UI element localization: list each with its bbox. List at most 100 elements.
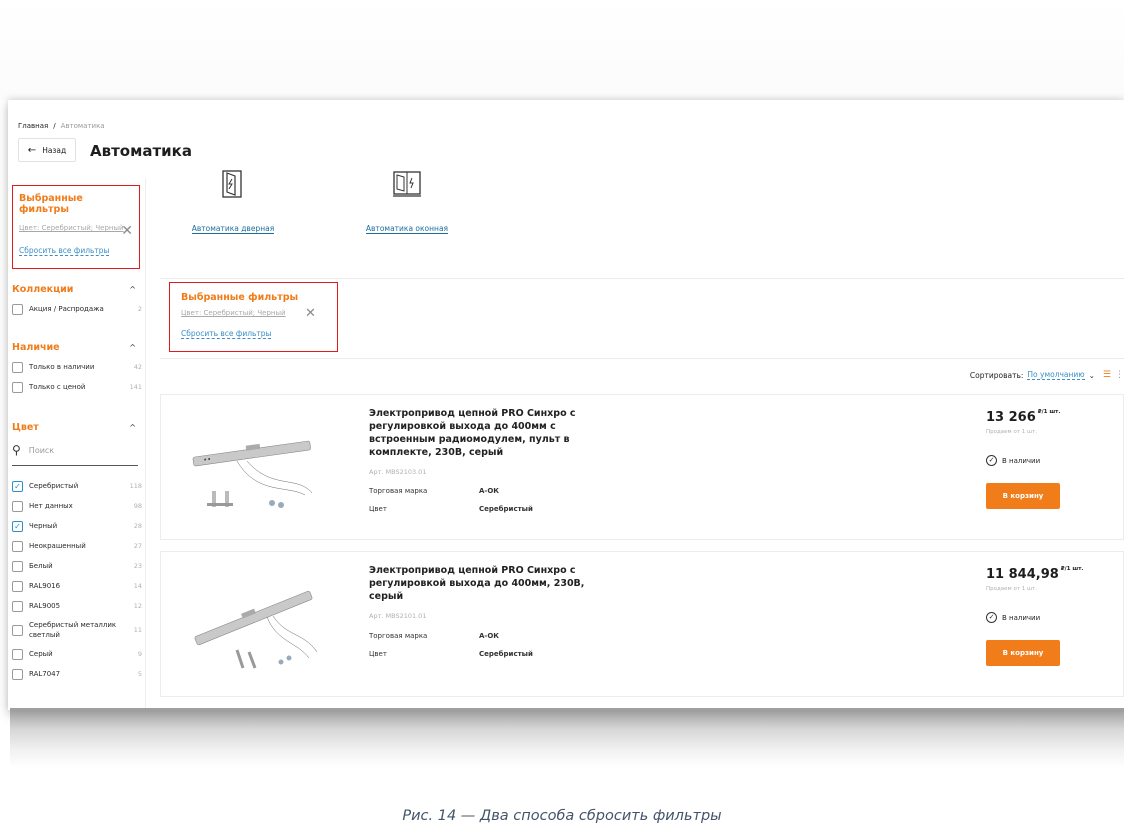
product-title[interactable]: Электропривод цепной PRO Синхро с регули… — [369, 407, 605, 459]
option-count: 5 — [137, 670, 142, 678]
stock-label: В наличии — [1002, 456, 1041, 465]
checkbox-option[interactable]: Только в наличии 42 — [12, 357, 142, 377]
add-to-cart-button[interactable]: В корзину — [986, 640, 1060, 666]
category-door-label[interactable]: Автоматика дверная — [191, 224, 275, 234]
checkbox[interactable] — [12, 500, 23, 512]
checkbox-option[interactable]: Серебристый металлик светлый 11 — [12, 616, 142, 644]
top-selected-filters-title: Выбранные фильтры — [181, 292, 299, 303]
checkbox[interactable] — [12, 560, 23, 572]
product-price: 11 844,98 ₽/1 шт. — [986, 566, 1084, 582]
back-button-label: Назад — [42, 145, 67, 155]
checkbox-option[interactable]: RAL9016 14 — [12, 576, 142, 596]
chevron-up-icon: ^ — [129, 343, 136, 352]
option-count: 23 — [133, 562, 142, 570]
category-tiles: Автоматика дверная Автоматика оконная — [178, 170, 462, 235]
search-input[interactable]: Поиск — [29, 446, 54, 455]
top-filter-chip-label: Цвет: Серебристый; Черный — [181, 309, 286, 317]
breadcrumb-current: Автоматика — [60, 122, 105, 130]
option-label: Нет данных — [29, 502, 73, 510]
option-label: Серебристый металлик светлый — [29, 621, 117, 639]
collections-title: Коллекции — [12, 284, 74, 295]
top-reset-filters-link[interactable]: Сбросить все фильтры — [181, 329, 272, 339]
grid-view-icon[interactable]: ⋮ — [1115, 370, 1124, 380]
checkbox-option[interactable]: Серый 9 — [12, 644, 142, 664]
option-label: Серый — [29, 650, 53, 658]
chevron-up-icon: ^ — [129, 285, 136, 294]
attr-value: Серебристый — [479, 650, 533, 658]
checkbox[interactable] — [12, 540, 23, 552]
divider — [160, 358, 1124, 359]
checkbox-option[interactable]: Только с ценой 141 — [12, 377, 142, 397]
option-count: 118 — [129, 482, 142, 490]
color-options: ✓ Серебристый 118 Нет данных 98 ✓ Черный 28 Неок… — [12, 476, 142, 684]
checkbox[interactable] — [12, 381, 23, 393]
attr-value: Серебристый — [479, 505, 533, 513]
checkbox[interactable] — [12, 361, 23, 373]
top-filter-chip[interactable]: Цвет: Серебристый; Черный ✕ — [181, 306, 326, 321]
back-button[interactable]: ← Назад — [18, 138, 76, 162]
add-to-cart-button[interactable]: В корзину — [986, 483, 1060, 509]
product-attr-color: Цвет Серебристый — [369, 650, 533, 658]
collections-header[interactable]: Коллекции ^ — [12, 284, 142, 295]
option-count: 14 — [133, 582, 142, 590]
product-image[interactable] — [177, 572, 327, 672]
attr-value: А-ОК — [479, 487, 499, 495]
product-attr-brand: Торговая марка А-ОК — [369, 487, 499, 495]
breadcrumb-separator: / — [53, 122, 56, 130]
availability-header[interactable]: Наличие ^ — [12, 342, 142, 353]
checkbox-option[interactable]: Неокрашенный 27 — [12, 536, 142, 556]
color-search[interactable]: ⚲ Поиск — [12, 443, 138, 466]
divider — [160, 278, 1124, 279]
reset-filters-link[interactable]: Сбросить все фильтры — [19, 246, 110, 256]
close-icon[interactable]: ✕ — [305, 306, 316, 321]
breadcrumb-home[interactable]: Главная — [18, 122, 48, 130]
attr-key: Цвет — [369, 505, 387, 513]
option-label: Акция / Распродажа — [29, 305, 104, 313]
checkbox-option[interactable]: ✓ Черный 28 — [12, 516, 142, 536]
category-window[interactable]: Автоматика оконная — [352, 170, 462, 235]
checkbox[interactable] — [12, 600, 23, 612]
product-image[interactable] — [177, 415, 327, 515]
category-door[interactable]: Автоматика дверная — [178, 170, 288, 235]
frame-shadow — [10, 708, 1124, 768]
filter-chip[interactable]: Цвет: Серебристый; Черный ✕ — [19, 223, 133, 238]
checkbox-option[interactable]: Нет данных 98 — [12, 496, 142, 516]
option-label: Серебристый — [29, 482, 79, 490]
sort-dropdown[interactable]: По умолчанию — [1027, 370, 1085, 380]
option-count: 2 — [137, 305, 142, 313]
chevron-down-icon[interactable]: ⌄ — [1089, 371, 1095, 380]
checkbox[interactable] — [12, 648, 23, 660]
filters-sidebar: Выбранные фильтры Цвет: Серебристый; Чер… — [8, 178, 146, 710]
option-label: Только в наличии — [29, 363, 95, 371]
checkbox-option[interactable]: RAL7047 5 — [12, 664, 142, 684]
product-card: Электропривод цепной PRO Синхро с регули… — [160, 551, 1124, 697]
list-view-icon[interactable]: ☰ — [1103, 370, 1111, 380]
option-label: RAL9005 — [29, 602, 61, 610]
checkbox-checked[interactable]: ✓ — [12, 520, 23, 532]
color-header[interactable]: Цвет ^ — [12, 422, 142, 433]
figure-caption: Рис. 14 — Два способа сбросить фильтры — [402, 808, 722, 824]
category-window-label[interactable]: Автоматика оконная — [365, 224, 449, 234]
attr-key: Цвет — [369, 650, 387, 658]
color-title: Цвет — [12, 422, 39, 433]
checkbox[interactable] — [12, 303, 23, 315]
checkbox-option[interactable]: Акция / Распродажа 2 — [12, 299, 142, 319]
top-selected-filters-panel: Выбранные фильтры Цвет: Серебристый; Чер… — [169, 282, 338, 352]
blank-area — [0, 0, 1124, 100]
option-count: 28 — [133, 522, 142, 530]
sold-from: Продаем от 1 шт. — [986, 586, 1037, 592]
product-article: Арт. MBS2103.01 — [369, 468, 427, 476]
close-icon[interactable]: ✕ — [121, 224, 133, 238]
checkbox-option[interactable]: RAL9005 12 — [12, 596, 142, 616]
option-label: Черный — [29, 522, 58, 530]
checkbox[interactable] — [12, 624, 23, 636]
checkbox[interactable] — [12, 668, 23, 680]
option-count: 11 — [133, 626, 142, 634]
attr-key: Торговая марка — [369, 632, 428, 640]
checkbox-option[interactable]: Белый 23 — [12, 556, 142, 576]
option-count: 98 — [133, 502, 142, 510]
checkbox-checked[interactable]: ✓ — [12, 480, 23, 492]
product-title[interactable]: Электропривод цепной PRO Синхро с регули… — [369, 564, 605, 603]
checkbox-option[interactable]: ✓ Серебристый 118 — [12, 476, 142, 496]
checkbox[interactable] — [12, 580, 23, 592]
